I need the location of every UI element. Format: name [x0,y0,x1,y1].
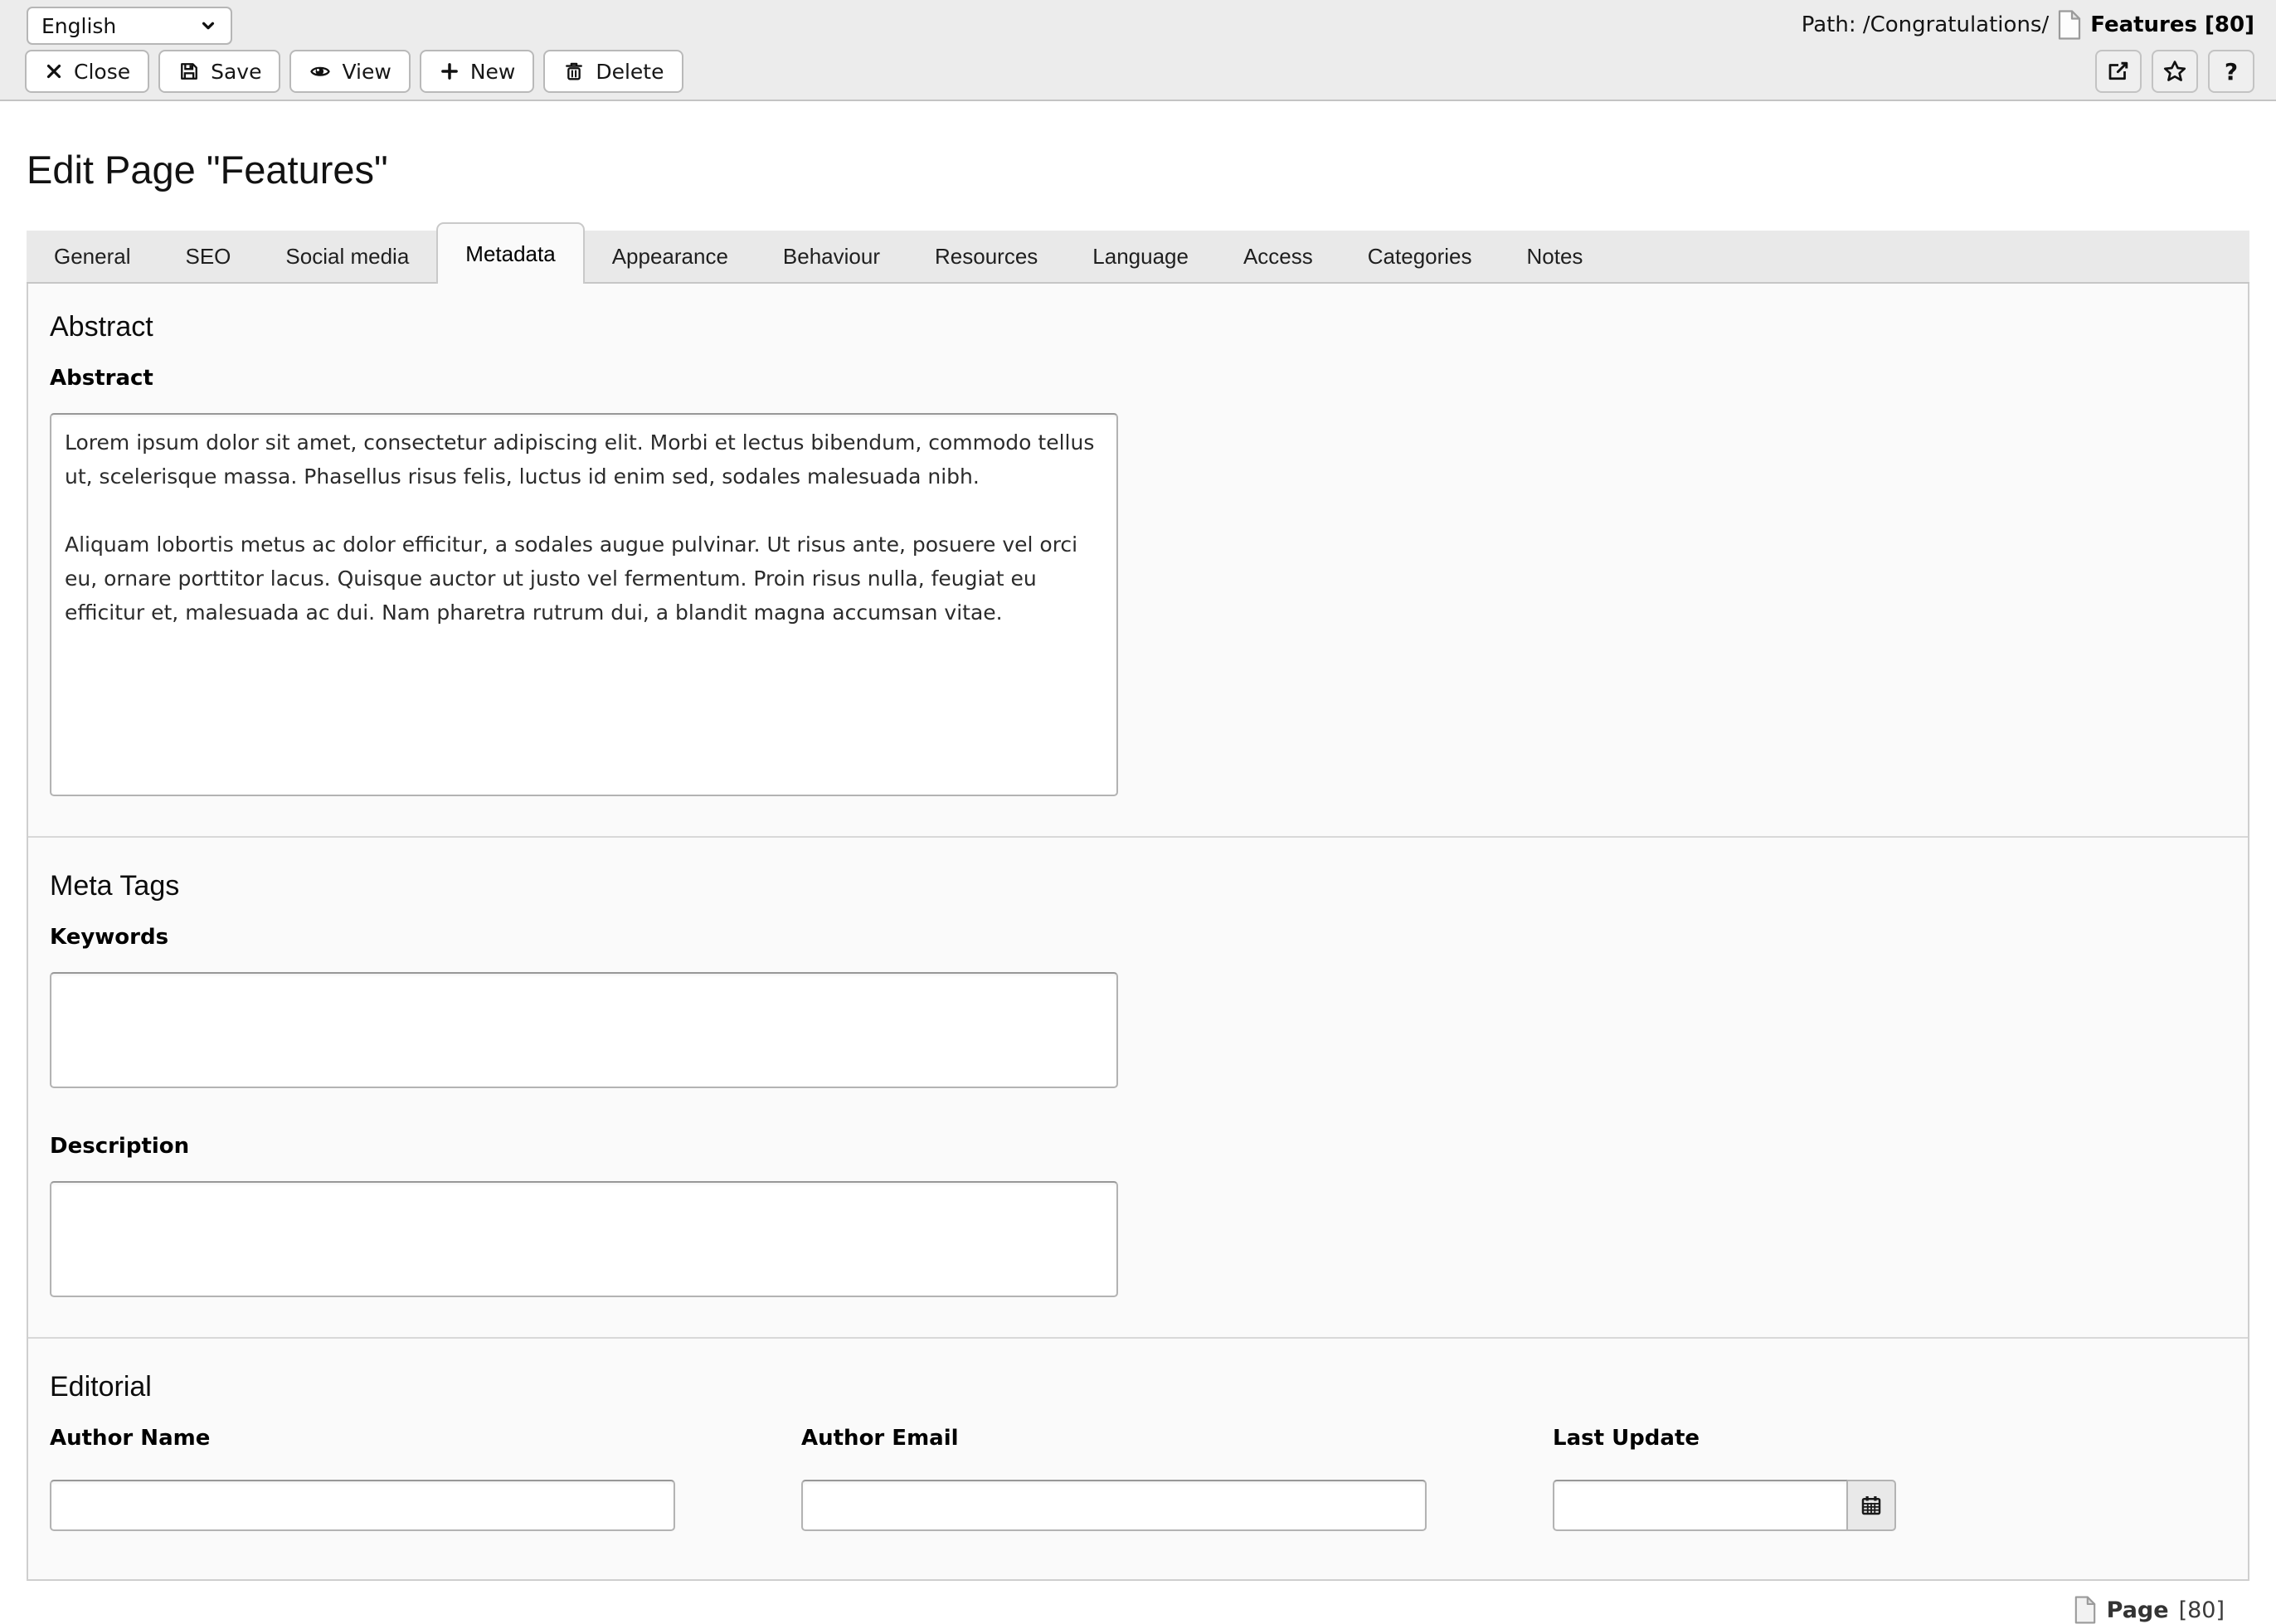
trash-icon [562,60,586,83]
author-email-input[interactable] [801,1480,1427,1531]
meta-tags-section-heading: Meta Tags [50,870,180,902]
editorial-fields-row: Author Name Author Email Last Update [50,1427,2226,1531]
description-field-label: Description [50,1134,190,1159]
tab-resources[interactable]: Resources [907,231,1065,282]
metadata-panel: Abstract Abstract Lorem ipsum dolor sit … [27,284,2249,1581]
close-button[interactable]: Close [25,50,150,93]
last-update-label: Last Update [1553,1426,1700,1451]
record-type-label: Page [2106,1597,2169,1623]
last-update-group: Last Update [1553,1427,2226,1531]
last-update-input[interactable] [1553,1480,1848,1531]
breadcrumb: Path: /Congratulations/ Features [80] [1802,10,2254,40]
tab-seo[interactable]: SEO [158,231,259,282]
tab-notes[interactable]: Notes [1500,231,1611,282]
tab-behaviour[interactable]: Behaviour [756,231,907,282]
keywords-textarea[interactable] [50,972,1118,1088]
author-email-label: Author Email [801,1426,959,1451]
top-header: English Path: /Congratulations/ Features… [0,0,2276,101]
view-button[interactable]: View [289,50,411,93]
language-select[interactable]: English [27,7,232,45]
close-button-label: Close [74,59,131,84]
close-icon [44,61,64,81]
save-button[interactable]: Save [158,50,281,93]
calendar-icon [1859,1493,1884,1518]
meta-tags-section: Meta Tags Keywords Description [28,836,2248,1337]
author-email-group: Author Email [801,1427,1553,1531]
tab-general[interactable]: General [27,231,158,282]
page-title: Edit Page "Features" [27,148,388,192]
abstract-textarea[interactable]: Lorem ipsum dolor sit amet, consectetur … [50,413,1118,796]
save-icon [178,60,201,83]
editorial-section: Editorial Author Name Author Email Last … [28,1337,2248,1579]
external-link-icon [2106,59,2131,84]
plus-icon [439,61,460,82]
abstract-section-heading: Abstract [50,311,153,343]
chevron-down-icon [197,15,219,36]
edit-form: General SEO Social media Metadata Appear… [27,222,2249,1624]
author-name-input[interactable] [50,1480,675,1531]
tab-categories[interactable]: Categories [1340,231,1500,282]
eye-icon [309,60,332,83]
record-id-label: [80] [2178,1597,2225,1623]
bookmark-button[interactable] [2152,50,2198,93]
open-in-new-window-button[interactable] [2095,50,2142,93]
save-button-label: Save [211,59,262,84]
toolbar: Close Save View New Delete [25,50,683,93]
record-footer: Page [80] [27,1596,2225,1624]
keywords-field-label: Keywords [50,925,169,950]
abstract-field-label: Abstract [50,366,153,391]
tab-language[interactable]: Language [1065,231,1216,282]
date-picker-button[interactable] [1848,1480,1896,1531]
view-button-label: View [342,59,391,84]
tab-social-media[interactable]: Social media [258,231,436,282]
language-select-value: English [41,13,117,38]
page-doc-icon [2057,10,2082,40]
author-name-group: Author Name [50,1427,801,1531]
new-button-label: New [469,59,516,84]
description-textarea[interactable] [50,1181,1118,1297]
page-doc-icon-footer [2074,1596,2097,1624]
path-label: Path: /Congratulations/ [1801,12,2050,37]
tab-appearance[interactable]: Appearance [585,231,756,282]
star-icon [2162,58,2188,85]
delete-button[interactable]: Delete [543,50,683,93]
current-page-label: Features [80] [2090,12,2254,37]
tab-access[interactable]: Access [1216,231,1340,282]
editorial-section-heading: Editorial [50,1371,152,1403]
author-name-label: Author Name [50,1426,211,1451]
delete-button-label: Delete [596,59,664,84]
tab-bar: General SEO Social media Metadata Appear… [27,222,2249,284]
help-button-label: ? [2224,57,2239,85]
help-button[interactable]: ? [2208,50,2254,93]
quick-buttons: ? [2095,50,2254,93]
abstract-section: Abstract Abstract Lorem ipsum dolor sit … [28,284,2248,836]
new-button[interactable]: New [419,50,535,93]
tab-metadata[interactable]: Metadata [436,222,585,284]
